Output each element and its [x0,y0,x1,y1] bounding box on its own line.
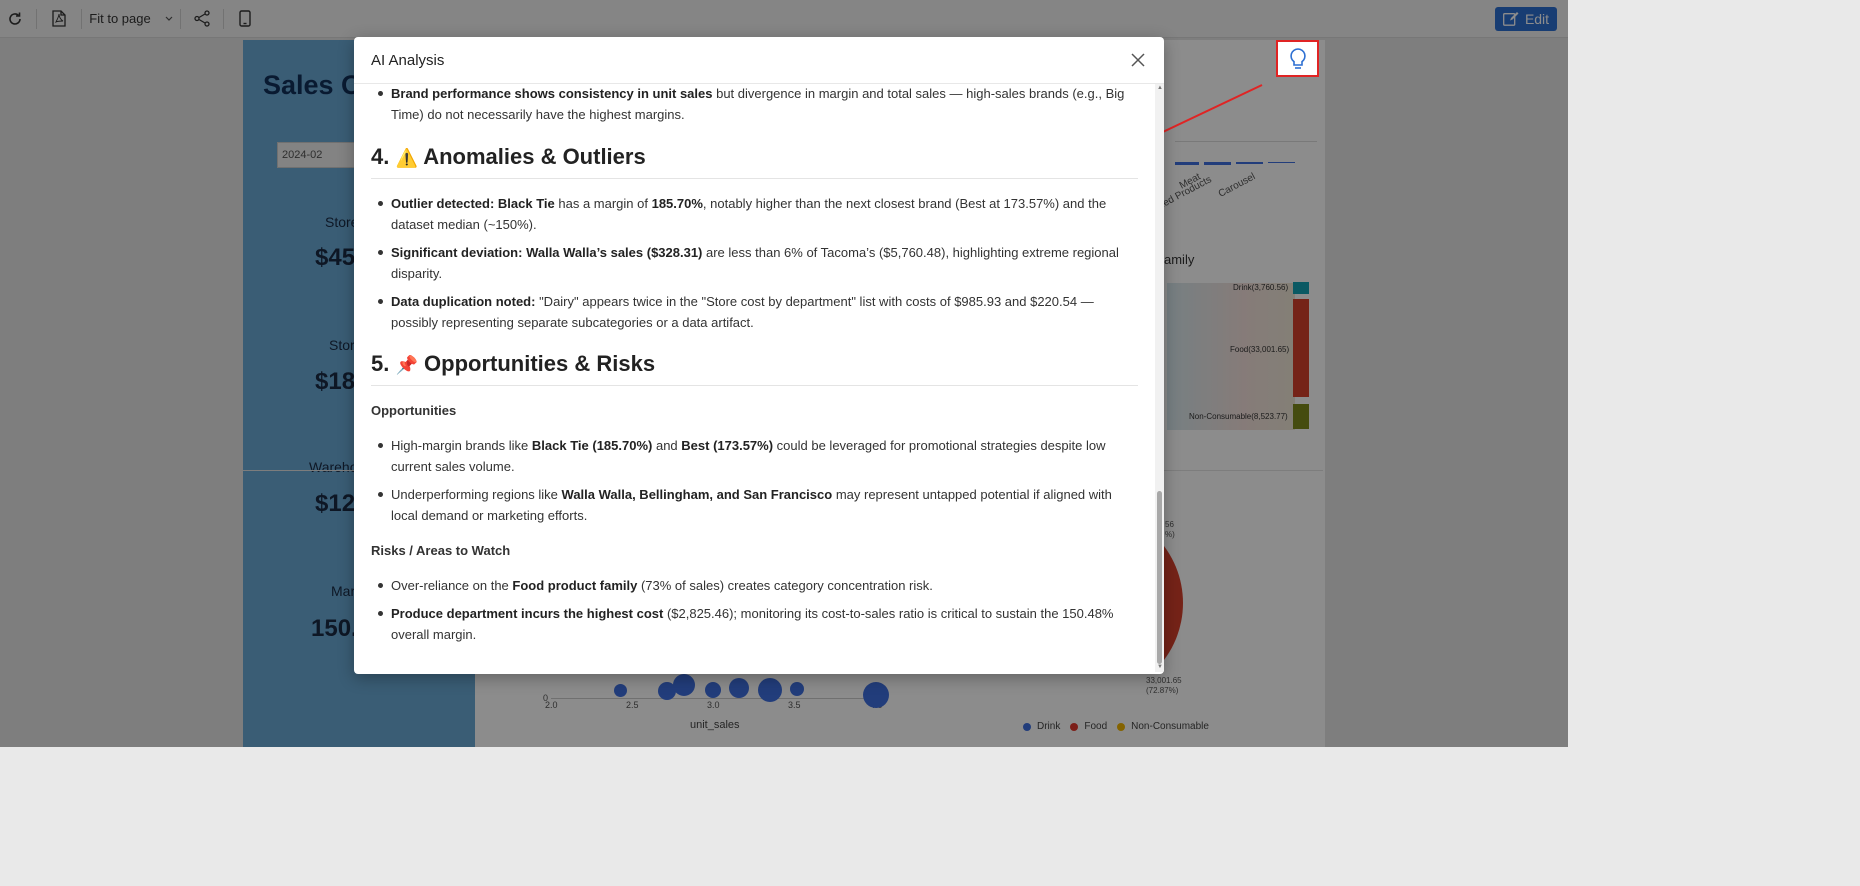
lightbulb-icon [1289,47,1306,69]
analysis-bullet: Data duplication noted: "Dairy" appears … [378,291,1131,333]
modal-header: AI Analysis [354,37,1164,84]
scroll-up-arrow[interactable]: ▲ [1157,85,1163,91]
ai-analysis-modal: AI Analysis Brand performance shows cons… [354,37,1164,674]
analysis-bullet: Underperforming regions like Walla Walla… [378,484,1131,526]
analysis-bullet: Over-reliance on the Food product family… [378,575,1131,596]
scroll-down-arrow[interactable]: ▼ [1157,664,1163,670]
analysis-bullet: Outlier detected: Black Tie has a margin… [378,193,1131,235]
analysis-bullet: High-margin brands like Black Tie (185.7… [378,435,1131,477]
modal-close-button[interactable] [1129,51,1147,69]
pushpin-icon: 📌 [395,355,418,375]
section-heading-opportunities: 5. 📌 Opportunities & Risks [371,349,1138,386]
modal-scrollbar[interactable]: ▲ ▼ [1155,84,1164,672]
ai-analysis-button[interactable] [1276,40,1319,77]
modal-title: AI Analysis [371,52,445,69]
subheading-risks: Risks / Areas to Watch [371,543,511,558]
subheading-opportunities: Opportunities [371,403,457,418]
analysis-bullet: Brand performance shows consistency in u… [378,84,1131,125]
section-heading-anomalies: 4. ⚠️ Anomalies & Outliers [371,142,1138,179]
analysis-bullet: Significant deviation: Walla Walla’s sal… [378,242,1131,284]
close-icon [1131,53,1145,67]
scrollbar-thumb[interactable] [1157,491,1162,664]
analysis-bullet: Produce department incurs the highest co… [378,603,1131,645]
modal-content: Brand performance shows consistency in u… [371,84,1138,672]
warning-icon: ⚠️ [395,148,418,168]
